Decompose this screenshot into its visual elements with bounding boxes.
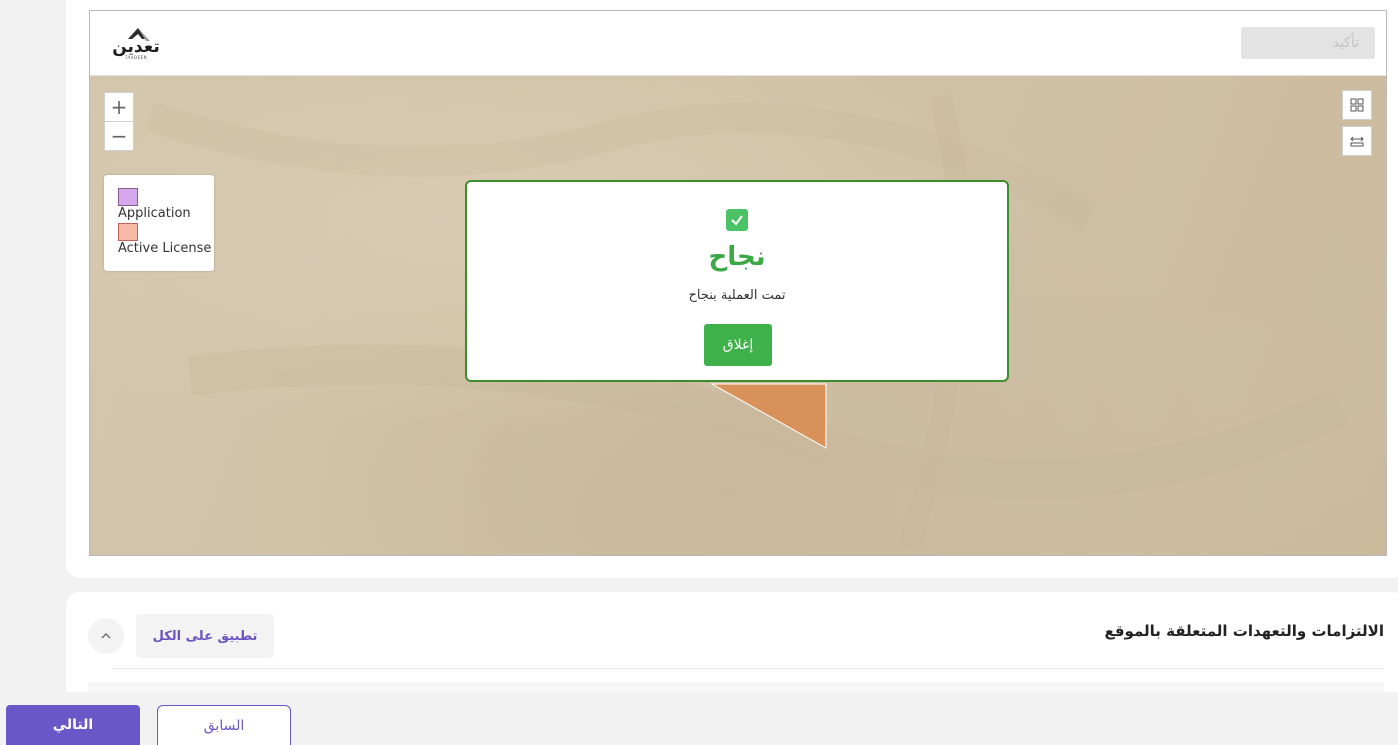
map-header: تعدين TAADEEN تأكيد	[90, 11, 1386, 76]
section-title: الالتزامات والتعهدات المتعلقة بالموقع	[1104, 622, 1384, 640]
legend-label-active-license: Active License	[118, 241, 212, 256]
measure-tool-button[interactable]	[1342, 126, 1372, 156]
dialog-message: تمت العملية بنجاح	[688, 288, 786, 303]
legend-label-application: Application	[118, 206, 191, 221]
section-content-strip	[88, 682, 1384, 692]
apply-all-button[interactable]: تطبيق على الكل	[136, 614, 274, 658]
next-button[interactable]: التالي	[6, 705, 140, 745]
logo-subtext: TAADEEN	[124, 55, 148, 60]
check-icon	[726, 209, 748, 231]
success-dialog: نجاح تمت العملية بنجاح إغلاق	[465, 180, 1009, 382]
commitments-card: الالتزامات والتعهدات المتعلقة بالموقع تط…	[66, 592, 1398, 692]
zoom-in-button[interactable]: +	[105, 93, 133, 121]
legend-swatch-application	[118, 188, 138, 206]
map-legend: Application Active License	[104, 175, 214, 271]
taadeen-logo: تعدين TAADEEN	[106, 25, 166, 63]
collapse-button[interactable]	[88, 618, 124, 654]
section-divider	[112, 668, 1384, 669]
zoom-control: + −	[104, 92, 134, 151]
legend-swatch-active-license	[118, 223, 138, 241]
grid-icon	[1350, 98, 1364, 112]
zoom-out-button[interactable]: −	[105, 121, 133, 150]
dialog-title: نجاح	[708, 242, 766, 272]
logo-text: تعدين	[112, 37, 160, 57]
chevron-up-icon	[101, 633, 111, 639]
close-button[interactable]: إغلاق	[704, 324, 772, 366]
confirm-button[interactable]: تأكيد	[1241, 27, 1375, 59]
measure-icon	[1350, 136, 1364, 147]
previous-button[interactable]: السابق	[157, 705, 291, 745]
grid-tool-button[interactable]	[1342, 90, 1372, 120]
